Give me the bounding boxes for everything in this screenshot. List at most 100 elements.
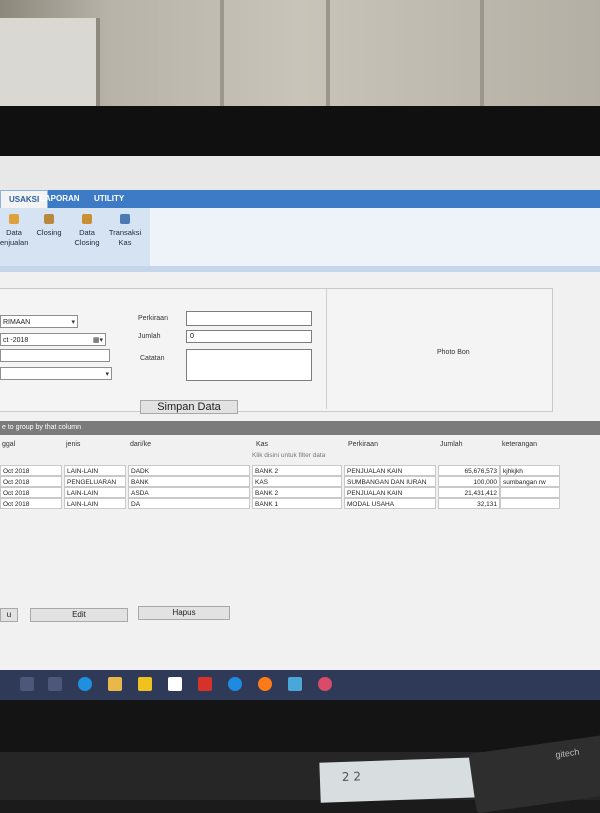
mail-icon[interactable]: [168, 677, 182, 691]
cell-jenis: LAIN-LAIN: [64, 498, 126, 509]
baru-button[interactable]: u: [0, 608, 18, 622]
menu-tabs: USAKSI LAPORAN UTILITY: [0, 190, 600, 208]
paper-note: 2 2: [319, 757, 481, 803]
filter-row[interactable]: Klik disini untuk filter data: [252, 452, 325, 459]
chevron-down-icon[interactable]: ▾: [105, 368, 109, 381]
calendar-icon[interactable]: ▦▾: [93, 334, 103, 347]
cell-dari-ke: BANK: [128, 476, 250, 487]
title-strip: [0, 156, 600, 190]
app-icon[interactable]: [198, 677, 212, 691]
ribbon-data-closing-button[interactable]: Data Closing: [72, 214, 102, 248]
keyboard-brand: gitech: [554, 746, 580, 760]
ribbon-closing-button[interactable]: Closing: [34, 214, 64, 238]
cell-keterangan: [500, 498, 560, 509]
monitor-bezel-top: [0, 106, 600, 156]
cell-kas: BANK 2: [252, 487, 342, 498]
cell-tanggal: Oct 2018: [0, 465, 62, 476]
column-dari-ke[interactable]: dari/ke: [130, 441, 151, 448]
tab-laporan[interactable]: LAPORAN: [32, 190, 88, 208]
cell-keterangan: [500, 487, 560, 498]
dari-ke-field[interactable]: [0, 349, 110, 362]
active-app-icon[interactable]: [318, 677, 332, 691]
ribbon-label: Data enjualan: [0, 228, 29, 247]
date-picker[interactable]: ct -2018 ▦▾: [0, 333, 106, 346]
jenis-select[interactable]: RIMAAN ▾: [0, 315, 78, 328]
firefox-icon[interactable]: [258, 677, 272, 691]
room-window: [0, 18, 100, 108]
task-view-icon[interactable]: [48, 677, 62, 691]
ribbon-group: Data enjualan Closing Data Closing Trans…: [0, 208, 151, 268]
cell-perkiraan: PENJUALAN KAIN: [344, 465, 436, 476]
cell-keterangan: sumbangan rw: [500, 476, 560, 487]
cell-kas: BANK 2: [252, 465, 342, 476]
cell-kas: BANK 1: [252, 498, 342, 509]
cell-tanggal: Oct 2018: [0, 498, 62, 509]
teamviewer-icon[interactable]: [228, 677, 242, 691]
chevron-down-icon[interactable]: ▾: [71, 316, 75, 329]
cell-jenis: LAIN-LAIN: [64, 465, 126, 476]
cell-perkiraan: MODAL USAHA: [344, 498, 436, 509]
store-icon[interactable]: [138, 677, 152, 691]
cell-tanggal: Oct 2018: [0, 487, 62, 498]
column-perkiraan[interactable]: Perkiraan: [348, 441, 378, 448]
closing-icon: [44, 214, 54, 224]
transaction-form: RIMAAN ▾ ct -2018 ▦▾ ▾ Perkiraan Jumlah …: [0, 288, 553, 412]
file-explorer-icon[interactable]: [108, 677, 122, 691]
window-frame: [220, 0, 224, 110]
catatan-textarea[interactable]: [186, 349, 312, 381]
table-row[interactable]: Oct 2018 LAIN-LAIN ASDA BANK 2 PENJUALAN…: [0, 487, 560, 498]
group-by-bar[interactable]: e to group by that column: [0, 421, 600, 435]
cell-perkiraan: SUMBANGAN DAN IURAN: [344, 476, 436, 487]
ribbon-empty-area: [150, 208, 600, 268]
table-row[interactable]: Oct 2018 LAIN-LAIN DADK BANK 2 PENJUALAN…: [0, 465, 560, 476]
ribbon-transaksi-kas-button[interactable]: Transaksi Kas: [106, 214, 144, 248]
ribbon-label: Closing: [36, 228, 62, 237]
ribbon-data-penjualan-button[interactable]: Data enjualan: [0, 214, 28, 248]
cell-dari-ke: ASDA: [128, 487, 250, 498]
jumlah-field[interactable]: 0: [186, 330, 312, 343]
ribbon-border: [0, 266, 600, 272]
cell-jumlah: 21,431,412: [438, 487, 500, 498]
hapus-button[interactable]: Hapus: [138, 606, 230, 620]
cell-jenis: LAIN-LAIN: [64, 487, 126, 498]
kas-select[interactable]: ▾: [0, 367, 112, 380]
window-frame: [326, 0, 330, 110]
table-row[interactable]: Oct 2018 PENGELUARAN BANK KAS SUMBANGAN …: [0, 476, 560, 487]
handwriting: 2 2: [341, 769, 362, 785]
table-row[interactable]: Oct 2018 LAIN-LAIN DA BANK 1 MODAL USAHA…: [0, 498, 560, 509]
room-background: [0, 0, 600, 110]
cell-kas: KAS: [252, 476, 342, 487]
cell-jenis: PENGELUARAN: [64, 476, 126, 487]
photo-bon-area[interactable]: Photo Bon: [326, 289, 551, 409]
cell-dari-ke: DADK: [128, 465, 250, 476]
perkiraan-field[interactable]: [186, 311, 312, 326]
windows-taskbar: [0, 670, 600, 700]
column-jenis[interactable]: jenis: [66, 441, 80, 448]
cell-jumlah: 100,000: [438, 476, 500, 487]
edit-button[interactable]: Edit: [30, 608, 128, 622]
ribbon-label: Data Closing: [74, 228, 100, 247]
cell-jumlah: 65,676,573: [438, 465, 500, 476]
column-keterangan[interactable]: keterangan: [502, 441, 537, 448]
ribbon-label: Transaksi Kas: [108, 228, 142, 247]
data-penjualan-icon: [9, 214, 19, 224]
simpan-data-button[interactable]: Simpan Data: [140, 400, 238, 414]
catatan-label: Catatan: [140, 355, 165, 362]
cell-perkiraan: PENJUALAN KAIN: [344, 487, 436, 498]
transaksi-kas-icon: [120, 214, 130, 224]
jenis-value: RIMAAN: [3, 319, 31, 326]
application-window: USAKSI LAPORAN UTILITY Data enjualan Clo…: [0, 156, 600, 700]
tab-utility[interactable]: UTILITY: [86, 190, 132, 208]
cell-keterangan: kjhkjkh: [500, 465, 560, 476]
edge-icon[interactable]: [78, 677, 92, 691]
outlook-icon[interactable]: [288, 677, 302, 691]
column-kas[interactable]: Kas: [256, 441, 268, 448]
data-closing-icon: [82, 214, 92, 224]
start-icon[interactable]: [20, 677, 34, 691]
perkiraan-label: Perkiraan: [138, 315, 168, 322]
cell-dari-ke: DA: [128, 498, 250, 509]
cell-tanggal: Oct 2018: [0, 476, 62, 487]
column-jumlah[interactable]: Jumlah: [440, 441, 463, 448]
photo-bon-label: Photo Bon: [437, 349, 470, 356]
column-tanggal[interactable]: ggal: [2, 441, 15, 448]
